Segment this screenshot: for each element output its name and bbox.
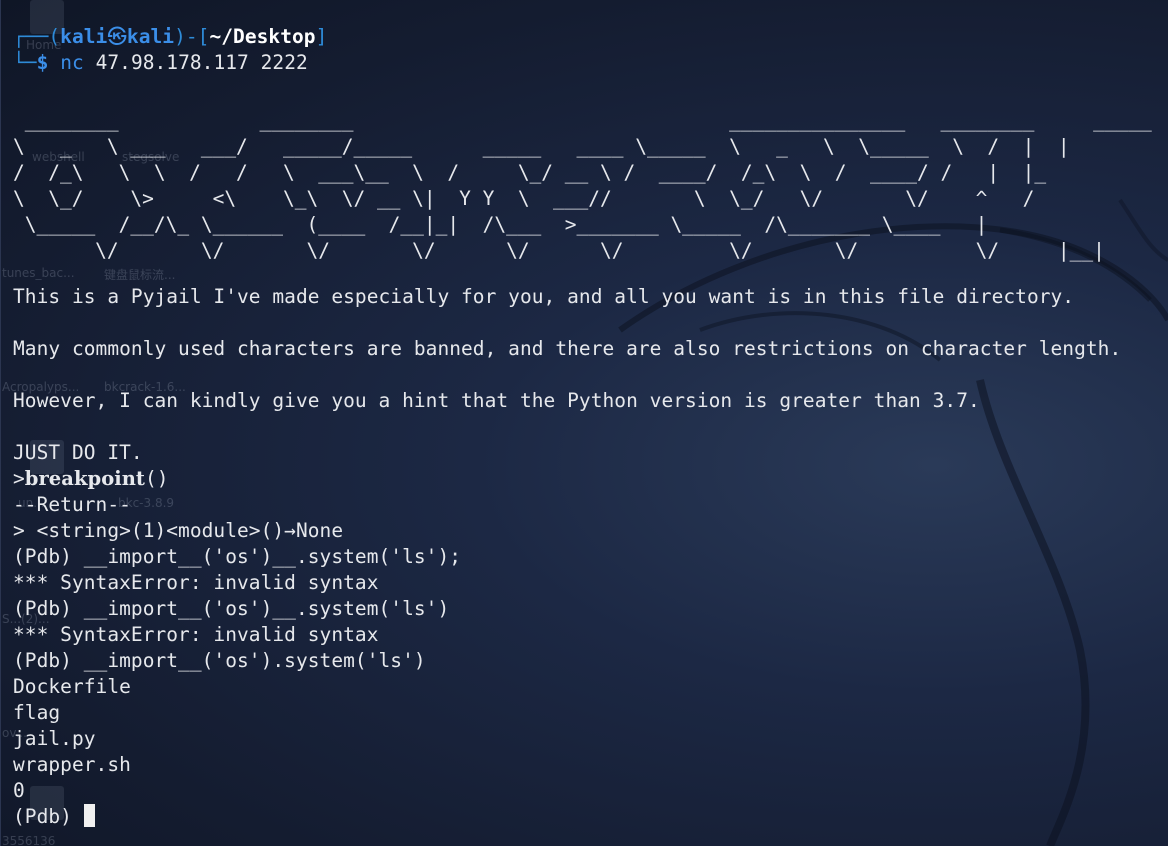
input-parens: () — [145, 467, 169, 490]
output-line: > <string>(1)<module>()→None — [13, 519, 344, 542]
prompt-dollar: $ — [36, 51, 49, 74]
command-name: nc — [60, 51, 84, 74]
output-line: However, I can kindly give you a hint th… — [13, 389, 980, 412]
terminal-window[interactable]: ┌──(kali㉿kali)-[~/Desktop] └─$ nc 47.98.… — [0, 0, 1168, 846]
prompt-user: kali — [60, 25, 108, 48]
prompt-line: ┌──(kali㉿kali)-[~/Desktop] — [13, 24, 327, 50]
output-line: JUST DO IT. — [13, 441, 143, 464]
input-text: breakpoint — [24, 467, 145, 490]
pdb-line: (Pdb) __import__('os')__.system('ls') — [13, 597, 450, 620]
output-line: 0 — [13, 779, 25, 802]
pdb-line: (Pdb) __import__('os').system('ls') — [13, 649, 426, 672]
command-args: 47.98.178.117 2222 — [83, 51, 308, 74]
command-line: └─$ nc 47.98.178.117 2222 — [13, 50, 308, 76]
pdb-prompt-line[interactable]: (Pdb) — [13, 804, 95, 830]
output-line: Many commonly used characters are banned… — [13, 337, 1122, 360]
input-prompt: > — [13, 467, 25, 490]
prompt-frame: └─ — [13, 51, 37, 74]
prompt-host: kali — [126, 25, 175, 48]
prompt-frame: ┌──( — [13, 25, 61, 48]
error-line: *** SyntaxError: invalid syntax — [13, 571, 379, 594]
pdb-line: (Pdb) __import__('os')__.system('ls'); — [13, 545, 462, 568]
output-line: flag — [13, 701, 61, 724]
error-line: *** SyntaxError: invalid syntax — [13, 623, 379, 646]
prompt-path: ~/Desktop — [209, 25, 316, 48]
output-line: jail.py — [13, 727, 96, 750]
ascii-banner: ________ ________ _______________ ______… — [13, 109, 1152, 262]
output-line: This is a Pyjail I've made especially fo… — [13, 285, 1075, 308]
prompt-at-symbol: ㉿ — [107, 25, 127, 48]
pdb-prompt: (Pdb) — [13, 805, 84, 828]
output-line: wrapper.sh — [13, 753, 131, 776]
input-line: >breakpoint() — [13, 466, 169, 492]
text-cursor — [83, 804, 95, 827]
prompt-frame: ] — [315, 25, 328, 48]
output-line: Dockerfile — [13, 675, 131, 698]
prompt-frame: )-[ — [174, 25, 210, 48]
output-line: --Return-- — [13, 493, 131, 516]
